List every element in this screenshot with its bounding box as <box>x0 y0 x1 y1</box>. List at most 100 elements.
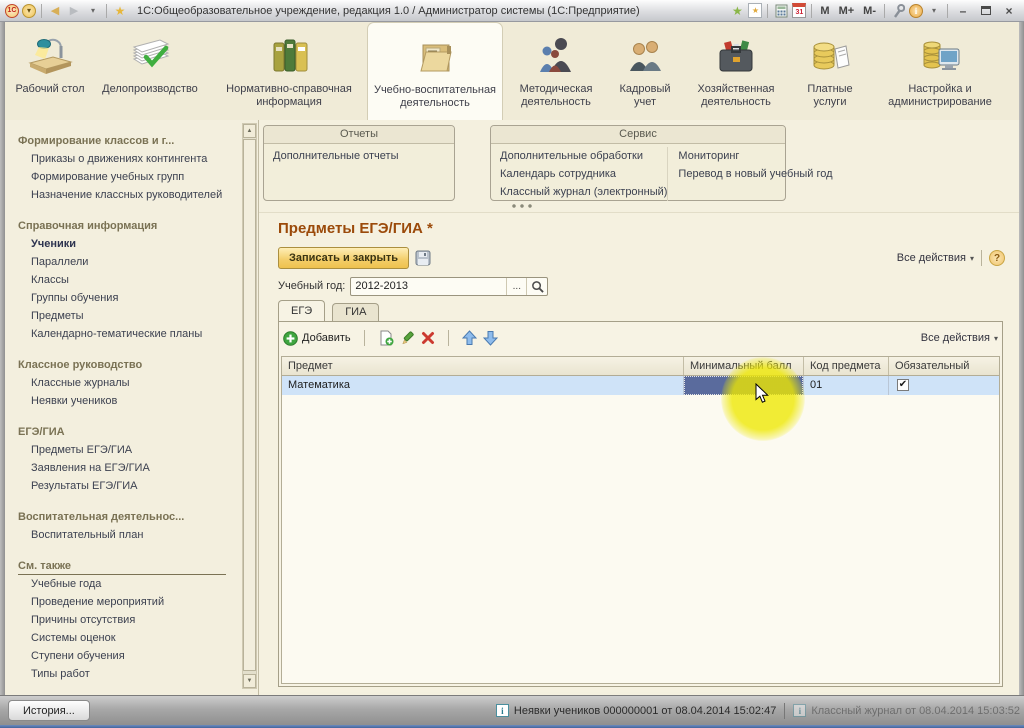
status-message[interactable]: i Неявки учеников 000000001 от 08.04.201… <box>496 704 776 717</box>
ribbon-section-paid-services[interactable]: Платные услуги <box>791 22 869 120</box>
tabs-bar: ЕГЭ ГИА <box>278 301 379 321</box>
all-actions-label: Все действия <box>897 252 966 264</box>
copy-row-icon[interactable] <box>378 330 394 346</box>
tab-gia[interactable]: ГИА <box>332 303 379 321</box>
school-year-field-row: Учебный год: 2012-2013 ... <box>278 276 548 296</box>
column-header-required[interactable]: Обязательный <box>889 357 999 375</box>
sidebar-item-gruppy-obucheniya[interactable]: Группы обучения <box>18 289 238 307</box>
lookup-button[interactable]: ... <box>506 278 526 295</box>
status-message[interactable]: i Классный журнал от 08.04.2014 15:03:52 <box>793 704 1020 717</box>
ribbon-section-household-activity[interactable]: Хозяйственная деятельность <box>683 22 789 120</box>
ribbon-section-desktop[interactable]: Рабочий стол <box>13 22 87 120</box>
help-icon[interactable]: ? <box>989 250 1005 266</box>
scrollbar-thumb[interactable] <box>243 139 256 671</box>
move-up-icon[interactable] <box>462 330 477 346</box>
edit-row-icon[interactable] <box>400 331 415 346</box>
sidebar-item-meropriyatiya[interactable]: Проведение мероприятий <box>18 593 238 611</box>
sidebar-item-zayavleniya-ege[interactable]: Заявления на ЕГЭ/ГИА <box>18 459 238 477</box>
memory-mplus-button[interactable]: M+ <box>836 5 858 17</box>
scroll-up-icon[interactable]: ▲ <box>243 124 256 138</box>
search-icon[interactable] <box>526 278 547 295</box>
add-favorite-icon[interactable]: ★ <box>729 3 745 19</box>
sidebar-item-prikazy[interactable]: Приказы о движениях контингента <box>18 150 238 168</box>
sidebar-item-predmety-ege[interactable]: Предметы ЕГЭ/ГИА <box>18 441 238 459</box>
cell-min-score-selected[interactable] <box>684 376 804 395</box>
list-all-actions-button[interactable]: Все действия ▾ <box>921 332 998 344</box>
delete-row-icon[interactable] <box>421 331 435 345</box>
back-button[interactable]: ◀ <box>47 3 63 19</box>
ribbon-section-educational-activity[interactable]: Учебно-воспитательная деятельность <box>367 22 503 120</box>
command-monitoring[interactable]: Мониторинг <box>678 147 832 165</box>
sidebar-group-header: Справочная информация <box>18 217 238 235</box>
form-all-actions-button[interactable]: Все действия ▾ <box>897 252 974 264</box>
column-header-min-score[interactable]: Минимальный балл <box>684 357 804 375</box>
school-year-value[interactable]: 2012-2013 <box>351 280 506 292</box>
sidebar-item-uchebnye-goda[interactable]: Учебные года <box>18 575 238 593</box>
school-year-input[interactable]: 2012-2013 ... <box>350 277 548 296</box>
calendar-icon[interactable]: 31 <box>792 3 806 18</box>
column-header-subject-code[interactable]: Код предмета <box>804 357 889 375</box>
history-button[interactable]: История... <box>8 700 90 721</box>
sidebar-item-prichiny[interactable]: Причины отсутствия <box>18 611 238 629</box>
add-row-button[interactable]: Добавить <box>283 331 351 346</box>
favorites-list-icon[interactable]: ★ <box>748 3 762 18</box>
calculator-icon[interactable] <box>773 3 789 19</box>
cell-subject[interactable]: Математика <box>282 376 684 395</box>
memory-m-button[interactable]: M <box>817 5 832 17</box>
splitter-grip[interactable] <box>511 204 533 208</box>
sidebar-group: Воспитательная деятельнос... Воспитатель… <box>18 508 238 544</box>
command-employee-calendar[interactable]: Календарь сотрудника <box>500 165 667 183</box>
toolbox-icon <box>712 32 760 82</box>
save-and-close-button[interactable]: Записать и закрыть <box>278 247 409 269</box>
main-menu-button[interactable]: ▾ <box>22 4 36 18</box>
minimize-button[interactable]: – <box>953 2 973 19</box>
sidebar-item-klassy[interactable]: Классы <box>18 271 238 289</box>
add-row-label: Добавить <box>302 332 351 344</box>
sidebar-item-tipy-rabot[interactable]: Типы работ <box>18 665 238 683</box>
memory-mminus-button[interactable]: M- <box>860 5 879 17</box>
scroll-down-icon[interactable]: ▼ <box>243 674 256 688</box>
forward-button[interactable]: ▶ <box>66 3 82 19</box>
tab-ege[interactable]: ЕГЭ <box>278 300 325 321</box>
checkbox-checked-icon[interactable]: ✔ <box>897 379 909 391</box>
ribbon-section-label: Настройка и администрирование <box>871 83 1009 109</box>
cell-subject-code[interactable]: 01 <box>804 376 889 395</box>
favorites-icon[interactable]: ★ <box>112 3 128 19</box>
sidebar-item-rezultaty-ege[interactable]: Результаты ЕГЭ/ГИА <box>18 477 238 495</box>
command-new-school-year-transfer[interactable]: Перевод в новый учебный год <box>678 165 832 183</box>
restore-icon <box>981 6 991 15</box>
sidebar-item-ktp[interactable]: Календарно-тематические планы <box>18 325 238 343</box>
window-title: 1С:Общеобразовательное учреждение, редак… <box>137 5 726 17</box>
command-additional-processing[interactable]: Дополнительные обработки <box>500 147 667 165</box>
ribbon-section-administration[interactable]: Настройка и администрирование <box>871 22 1009 120</box>
ribbon-section-docflow[interactable]: Делопроизводство <box>89 22 211 120</box>
column-header-subject[interactable]: Предмет <box>282 357 684 375</box>
move-down-icon[interactable] <box>483 330 498 346</box>
status-bar: История... i Неявки учеников 000000001 о… <box>0 695 1024 725</box>
sidebar-item-ucheniki[interactable]: Ученики <box>18 235 238 253</box>
save-icon[interactable] <box>415 250 431 266</box>
sidebar-scrollbar[interactable]: ▲ ▼ <box>242 123 257 689</box>
command-additional-reports[interactable]: Дополнительные отчеты <box>273 147 398 165</box>
cell-required[interactable]: ✔ <box>889 376 999 395</box>
ribbon-section-methodical-activity[interactable]: Методическая деятельность <box>505 22 607 120</box>
sidebar-item-klassnye-zhurnaly[interactable]: Классные журналы <box>18 374 238 392</box>
sidebar-item-neyavki[interactable]: Неявки учеников <box>18 392 238 410</box>
info-icon[interactable]: i <box>909 4 923 18</box>
table-row[interactable]: Математика 01 ✔ <box>282 376 999 395</box>
service-tools-icon[interactable] <box>890 3 906 19</box>
sidebar-item-stupeni[interactable]: Ступени обучения <box>18 647 238 665</box>
ribbon-section-reference-info[interactable]: Нормативно-справочная информация <box>213 22 365 120</box>
close-button[interactable]: × <box>999 2 1019 19</box>
sidebar-item-sistemy-ocenok[interactable]: Системы оценок <box>18 629 238 647</box>
sidebar-item-formirovanie-grupp[interactable]: Формирование учебных групп <box>18 168 238 186</box>
ribbon-section-hr[interactable]: Кадровый учет <box>609 22 681 120</box>
restore-button[interactable] <box>976 2 996 19</box>
history-dropdown-icon[interactable]: ▾ <box>85 3 101 19</box>
sidebar-item-paralleli[interactable]: Параллели <box>18 253 238 271</box>
sidebar-item-naznachenie[interactable]: Назначение классных руководителей <box>18 186 238 204</box>
info-dropdown-icon[interactable]: ▾ <box>926 3 942 19</box>
sidebar-item-predmety[interactable]: Предметы <box>18 307 238 325</box>
sidebar-item-vospitatelny-plan[interactable]: Воспитательный план <box>18 526 238 544</box>
command-class-journal-electronic[interactable]: Классный журнал (электронный) <box>500 183 667 201</box>
